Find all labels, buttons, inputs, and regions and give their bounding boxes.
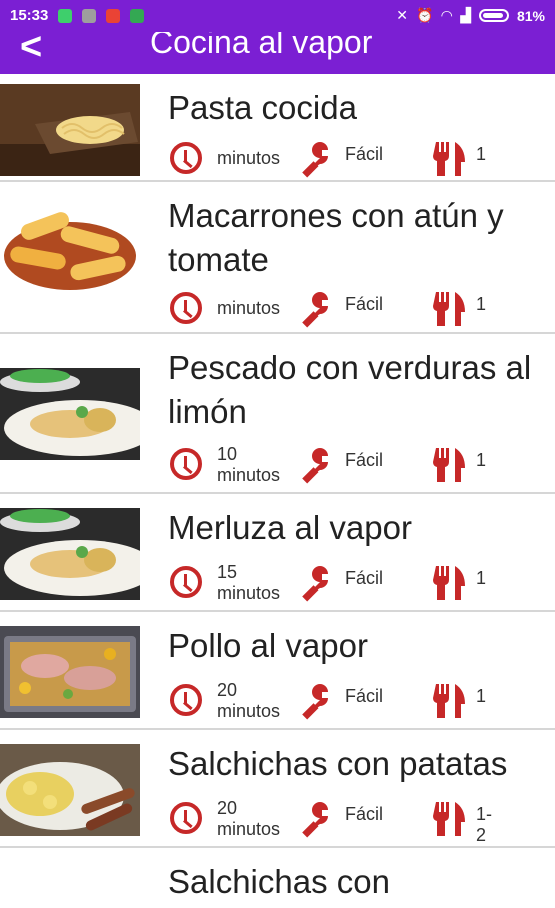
recipe-time: minutos — [217, 148, 281, 168]
recipe-thumbnail — [0, 84, 140, 176]
app-bar: < Cocina al vapor — [0, 32, 555, 74]
recipe-thumbnail — [0, 508, 140, 600]
recipe-time: 20 minutos — [217, 798, 281, 839]
recipe-name: Pollo al vapor — [168, 627, 368, 664]
recipe-servings: 1 — [476, 568, 487, 588]
recipe-item[interactable]: Macarrones con atún y tomate minutos Fác… — [0, 182, 555, 334]
recipe-difficulty: Fácil — [345, 686, 384, 706]
status-right: ✕ ⏰ ◠ ▟ 81% — [396, 7, 545, 24]
app-notification-icon — [82, 9, 96, 23]
recipe-item[interactable]: Pasta cocida minutos Fácil 1 — [0, 74, 555, 182]
recipe-list: Pasta cocida minutos Fácil 1 Macarrones … — [0, 74, 555, 908]
recipe-name: Merluza al vapor — [168, 509, 412, 546]
play-store-notification-icon — [130, 9, 144, 23]
wifi-icon: ◠ — [441, 7, 453, 23]
recipe-name: Salchichas con patatas — [168, 745, 508, 782]
recipe-difficulty: Fácil — [345, 568, 384, 588]
battery-percent: 81% — [516, 7, 545, 24]
wrench-icon — [302, 684, 328, 720]
wrench-icon — [302, 802, 328, 838]
clock-icon — [170, 448, 202, 480]
recipe-servings: 1 — [476, 294, 487, 314]
cutlery-icon — [433, 566, 465, 600]
clock-icon — [170, 684, 202, 716]
recipe-item[interactable]: Merluza al vapor 15 minutos Fácil 1 — [0, 494, 555, 612]
mute-icon: ✕ — [396, 7, 408, 23]
clock-icon — [170, 802, 202, 834]
recipe-item[interactable]: Salchichas con — [0, 848, 555, 908]
recipe-servings: 1 — [476, 144, 487, 164]
recipe-time: 20 minutos — [217, 680, 281, 721]
recipe-time: 10 minutos — [217, 444, 281, 485]
gmail-notification-icon — [106, 9, 120, 23]
recipe-servings: 1 — [476, 450, 487, 470]
recipe-name: Pasta cocida — [168, 89, 357, 126]
recipe-name: Pescado con verduras al limón — [168, 349, 532, 430]
page-title: Cocina al vapor — [150, 32, 373, 60]
recipe-name: Salchichas con — [168, 863, 390, 900]
cutlery-icon — [433, 448, 465, 482]
recipe-difficulty: Fácil — [345, 804, 384, 824]
cutlery-icon — [433, 142, 465, 176]
recipe-difficulty: Fácil — [345, 294, 384, 314]
recipe-thumbnail — [0, 198, 140, 294]
cutlery-icon — [433, 684, 465, 718]
recipe-time: minutos — [217, 298, 281, 318]
clock-icon — [170, 566, 202, 598]
wrench-icon — [302, 292, 328, 328]
recipe-thumbnail — [0, 744, 140, 836]
recipe-difficulty: Fácil — [345, 450, 384, 470]
recipe-thumbnail — [0, 368, 140, 460]
back-button[interactable]: < — [20, 32, 42, 69]
wrench-icon — [302, 566, 328, 602]
recipe-servings: 1-2 — [476, 804, 493, 845]
recipe-thumbnail — [0, 626, 140, 718]
status-time: 15:33 — [10, 7, 49, 24]
recipe-difficulty: Fácil — [345, 144, 384, 164]
signal-icon: ▟ — [460, 7, 471, 23]
recipe-item[interactable]: Pescado con verduras al limón 10 minutos… — [0, 334, 555, 494]
battery-icon — [478, 9, 509, 22]
cutlery-icon — [433, 802, 465, 836]
shield-notification-icon — [58, 9, 72, 23]
wrench-icon — [302, 448, 328, 484]
recipe-item[interactable]: Pollo al vapor 20 minutos Fácil 1 — [0, 612, 555, 730]
recipe-name: Macarrones con atún y tomate — [168, 197, 504, 278]
wrench-icon — [302, 142, 328, 178]
recipe-item[interactable]: Salchichas con patatas 20 minutos Fácil … — [0, 730, 555, 848]
clock-icon — [170, 292, 202, 324]
clock-icon — [170, 142, 202, 174]
status-bar: 15:33 ✕ ⏰ ◠ ▟ 81% — [0, 0, 555, 32]
recipe-time: 15 minutos — [217, 562, 281, 603]
alarm-icon: ⏰ — [415, 7, 434, 23]
recipe-servings: 1 — [476, 686, 487, 706]
cutlery-icon — [433, 292, 465, 326]
